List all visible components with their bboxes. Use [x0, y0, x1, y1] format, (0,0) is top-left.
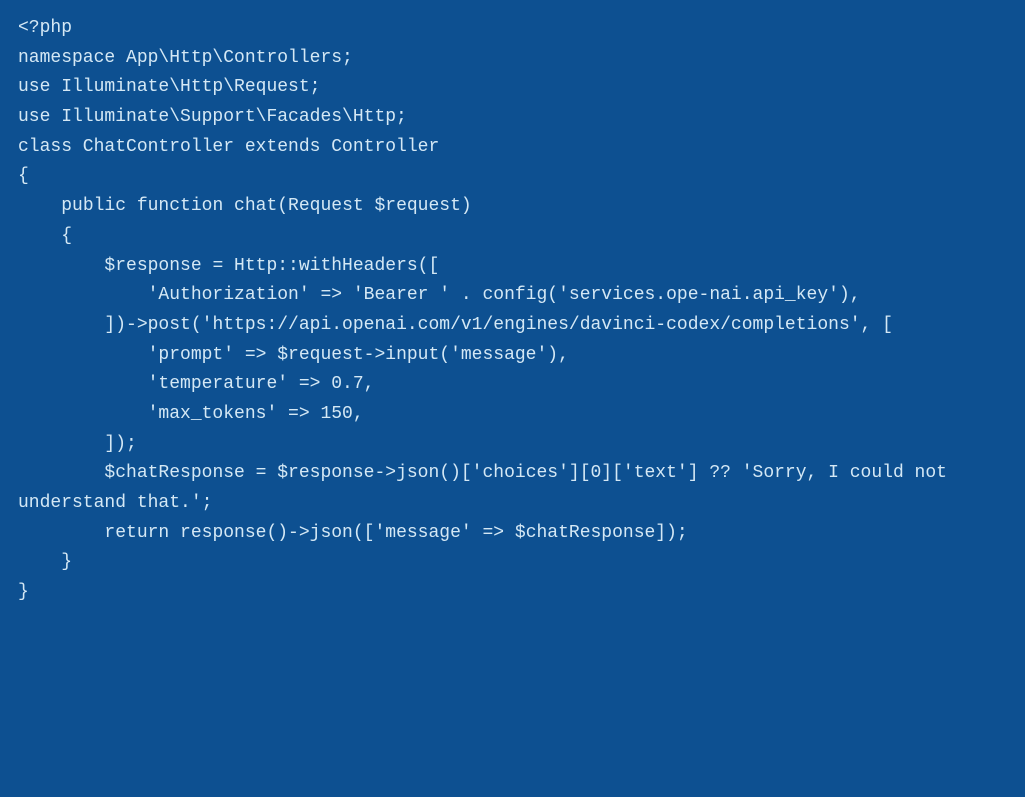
code-line: 'prompt' => $request->input('message'), [18, 341, 1007, 371]
code-line: 'max_tokens' => 150, [18, 400, 1007, 430]
code-line: ])->post('https://api.openai.com/v1/engi… [18, 311, 1007, 341]
code-line: use Illuminate\Support\Facades\Http; [18, 103, 1007, 133]
code-line: } [18, 548, 1007, 578]
code-line: ]); [18, 430, 1007, 460]
code-line: } [18, 578, 1007, 608]
code-line: class ChatController extends Controller [18, 133, 1007, 163]
code-line: <?php [18, 14, 1007, 44]
code-line: { [18, 222, 1007, 252]
code-line: namespace App\Http\Controllers; [18, 44, 1007, 74]
code-line: $response = Http::withHeaders([ [18, 252, 1007, 282]
code-line: { [18, 162, 1007, 192]
code-block: <?phpnamespace App\Http\Controllers;use … [18, 14, 1007, 608]
code-line: return response()->json(['message' => $c… [18, 519, 1007, 549]
code-line: 'Authorization' => 'Bearer ' . config('s… [18, 281, 1007, 311]
code-line: $chatResponse = $response->json()['choic… [18, 459, 1007, 518]
code-line: public function chat(Request $request) [18, 192, 1007, 222]
code-line: use Illuminate\Http\Request; [18, 73, 1007, 103]
code-line: 'temperature' => 0.7, [18, 370, 1007, 400]
